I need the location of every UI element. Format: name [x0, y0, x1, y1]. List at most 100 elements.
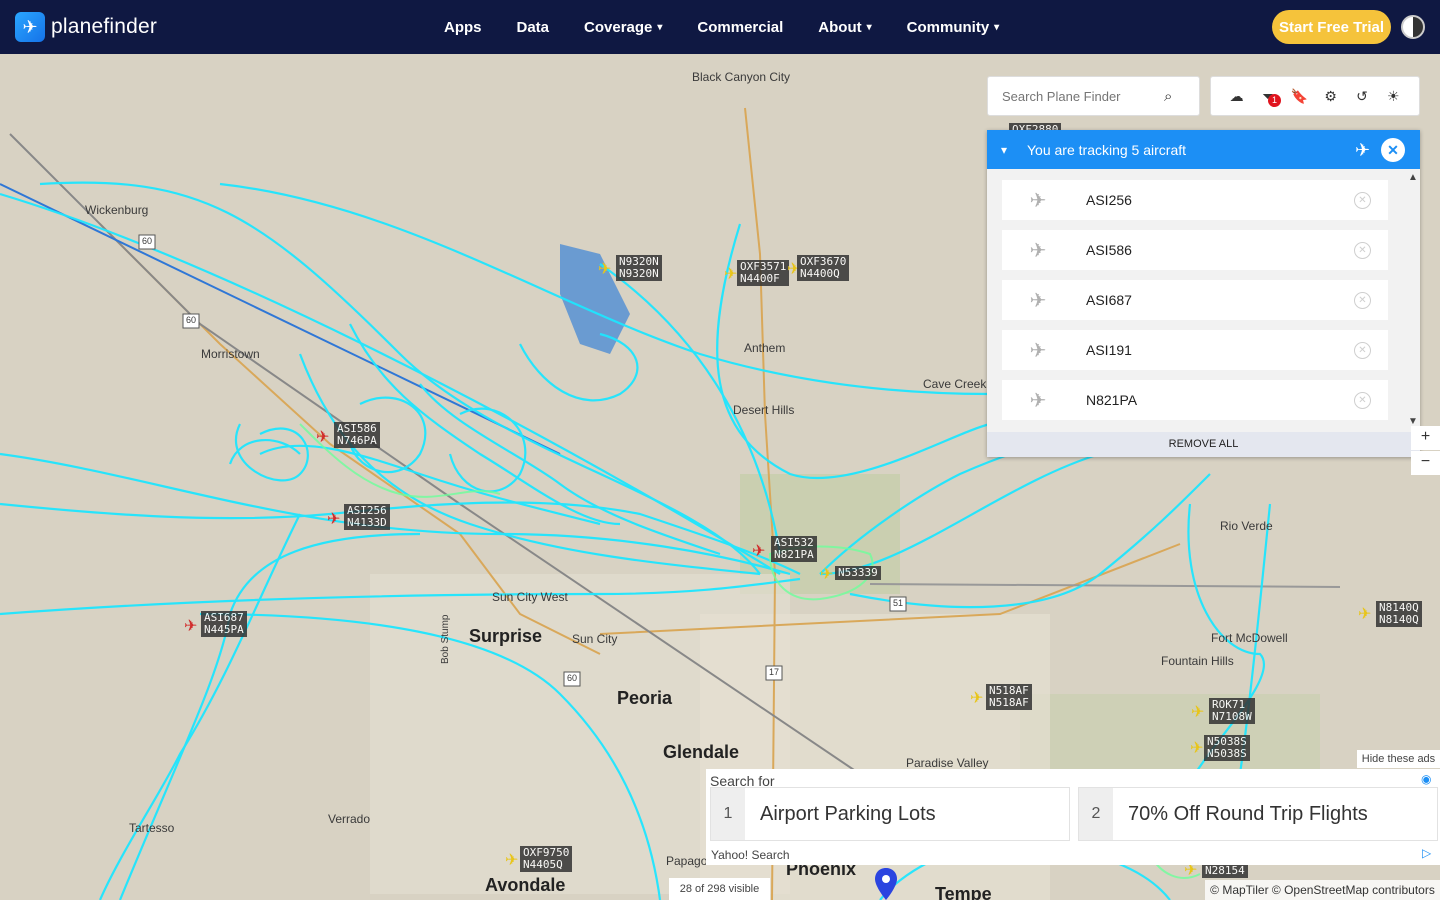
- list-item[interactable]: ✈ ASI586 ✕: [1002, 230, 1388, 270]
- plane-icon: ✈: [1029, 339, 1047, 362]
- zoom-in-button[interactable]: +: [1411, 426, 1440, 450]
- aircraft-label[interactable]: ASI256 N4133D: [344, 504, 390, 530]
- menu-item-community[interactable]: Community ▾: [907, 19, 1000, 36]
- search-bar: ⌕: [987, 76, 1200, 116]
- route-shield: 17: [769, 667, 780, 677]
- menu-item-data[interactable]: Data: [517, 19, 550, 36]
- plane-outline-icon: ✈: [1355, 140, 1371, 160]
- aircraft-label[interactable]: ASI687 N445PA: [201, 611, 247, 637]
- place-label: Anthem: [744, 341, 786, 355]
- place-label: Avondale: [485, 875, 566, 895]
- logo[interactable]: ✈ planefinder: [15, 12, 157, 42]
- aircraft-label[interactable]: N53339: [835, 566, 881, 580]
- tracked-aircraft-list: ✈ ASI256 ✕ ✈ ASI586 ✕ ✈ ASI687 ✕ ✈ ASI19…: [1002, 180, 1388, 430]
- place-label: Paradise Valley: [906, 756, 989, 770]
- zoom-out-button[interactable]: −: [1411, 451, 1440, 475]
- remove-icon[interactable]: ✕: [1354, 392, 1371, 409]
- aircraft-icon[interactable]: ✈: [1358, 604, 1371, 624]
- ad-text: 70% Off Round Trip Flights: [1128, 802, 1368, 825]
- place-label: Desert Hills: [733, 403, 795, 417]
- list-item[interactable]: ✈ ASI256 ✕: [1002, 180, 1388, 220]
- aircraft-icon[interactable]: ✈: [1190, 738, 1203, 758]
- avatar[interactable]: [1401, 15, 1425, 39]
- list-item[interactable]: ✈ N821PA ✕: [1002, 380, 1388, 420]
- ad-text: Airport Parking Lots: [760, 802, 936, 825]
- weather-icon[interactable]: ☀: [1383, 88, 1403, 105]
- rail-line: [869, 583, 1341, 588]
- list-item[interactable]: ✈ ASI191 ✕: [1002, 330, 1388, 370]
- aircraft-icon[interactable]: ✈: [316, 427, 329, 447]
- aircraft-callsign: N821PA: [1086, 392, 1138, 408]
- list-item[interactable]: ✈ ASI687 ✕: [1002, 280, 1388, 320]
- route-shield: 60: [567, 673, 578, 683]
- tracking-header[interactable]: ▾ You are tracking 5 aircraft ✈ ✕: [987, 130, 1420, 169]
- aircraft-icon[interactable]: ✈: [752, 541, 765, 561]
- place-label: Surprise: [469, 626, 543, 646]
- place-label: Cave Creek: [923, 377, 987, 391]
- aircraft-label[interactable]: N8140Q N8140Q: [1376, 601, 1422, 627]
- place-label: Fort McDowell: [1211, 631, 1288, 645]
- aircraft-icon[interactable]: ✈: [598, 259, 611, 279]
- remove-all-button[interactable]: REMOVE ALL: [987, 432, 1420, 457]
- hide-ads-link[interactable]: Hide these ads: [1357, 750, 1440, 768]
- aircraft-icon[interactable]: ✈: [820, 564, 833, 584]
- aircraft-label[interactable]: N28154: [1202, 864, 1248, 878]
- privacy-eye-icon[interactable]: ◉: [1421, 772, 1431, 786]
- ad-choice-icon[interactable]: ▷: [1422, 846, 1431, 860]
- place-label: Tempe: [935, 884, 992, 900]
- filter-icon[interactable]: ⏷ 1: [1258, 88, 1281, 107]
- aircraft-icon[interactable]: ✈: [505, 850, 518, 870]
- visible-count: 28 of 298 visible: [669, 878, 770, 900]
- place-label: Papago: [666, 854, 708, 868]
- menu-item-commercial[interactable]: Commercial: [697, 19, 783, 36]
- aircraft-label[interactable]: N9320N N9320N: [616, 255, 662, 281]
- ad-link[interactable]: 1 Airport Parking Lots: [710, 787, 1070, 841]
- start-free-trial-button[interactable]: Start Free Trial: [1272, 10, 1391, 44]
- map-attribution[interactable]: © MapTiler © OpenStreetMap contributors: [1205, 880, 1440, 900]
- close-icon[interactable]: ✕: [1381, 138, 1405, 162]
- aircraft-label[interactable]: ASI532 N821PA: [771, 536, 817, 562]
- history-icon[interactable]: ↺: [1352, 88, 1372, 105]
- menu-item-coverage[interactable]: Coverage ▾: [584, 19, 662, 36]
- aircraft-label[interactable]: OXF9750 N4405Q: [520, 846, 573, 872]
- ad-link[interactable]: 2 70% Off Round Trip Flights: [1078, 787, 1438, 841]
- cloud-upload-icon[interactable]: ☁: [1227, 88, 1247, 105]
- remove-icon[interactable]: ✕: [1354, 242, 1371, 259]
- aircraft-label[interactable]: OXF3670 N4400Q: [797, 255, 850, 281]
- chevron-down-icon[interactable]: ▾: [1001, 143, 1027, 157]
- scroll-up-icon[interactable]: ▲: [1408, 172, 1418, 183]
- ad-banner: Search for ◉ 1 Airport Parking Lots 2 70…: [706, 769, 1440, 865]
- search-input[interactable]: [988, 88, 1158, 104]
- place-label: Peoria: [617, 688, 673, 708]
- settings-icon[interactable]: ⚙: [1321, 88, 1341, 105]
- remove-icon[interactable]: ✕: [1354, 292, 1371, 309]
- menu-item-about[interactable]: About ▾: [818, 19, 871, 36]
- aircraft-label[interactable]: OXF3571 N4400F: [737, 260, 790, 286]
- aircraft-label[interactable]: N5038S N5038S: [1204, 735, 1250, 761]
- aircraft-icon[interactable]: ✈: [1191, 702, 1204, 722]
- ad-number: 2: [1079, 788, 1113, 840]
- place-label: Wickenburg: [85, 203, 149, 217]
- remove-icon[interactable]: ✕: [1354, 192, 1371, 209]
- plane-icon: ✈: [1029, 239, 1047, 262]
- chevron-down-icon: ▾: [866, 21, 872, 33]
- aircraft-callsign: ASI687: [1086, 292, 1132, 308]
- aircraft-icon[interactable]: ✈: [724, 264, 737, 284]
- place-label: Fountain Hills: [1161, 654, 1234, 668]
- aircraft-label[interactable]: N518AF N518AF: [986, 684, 1032, 710]
- plane-icon: ✈: [1029, 389, 1047, 412]
- aircraft-icon[interactable]: ✈: [970, 688, 983, 708]
- aircraft-label[interactable]: ROK71 N7108W: [1209, 698, 1255, 724]
- place-label: Verrado: [328, 812, 371, 826]
- menu-item-apps[interactable]: Apps: [444, 19, 482, 36]
- canal: [0, 183, 561, 455]
- tracking-panel: ▾ You are tracking 5 aircraft ✈ ✕ ✈ ASI2…: [987, 130, 1420, 457]
- aircraft-label[interactable]: ASI586 N746PA: [334, 422, 380, 448]
- search-icon[interactable]: ⌕: [1164, 88, 1172, 105]
- remove-icon[interactable]: ✕: [1354, 342, 1371, 359]
- aircraft-icon[interactable]: ✈: [327, 509, 340, 529]
- location-pin-icon[interactable]: [875, 868, 897, 900]
- aircraft-icon[interactable]: ✈: [184, 616, 197, 636]
- bookmark-icon[interactable]: 🔖: [1289, 88, 1309, 105]
- place-label: Black Canyon City: [692, 70, 791, 84]
